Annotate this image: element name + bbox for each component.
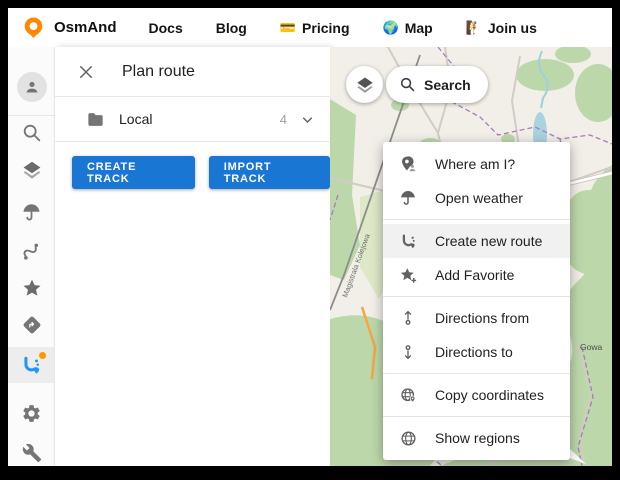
menu-divider bbox=[383, 416, 570, 417]
sidebar-divider bbox=[8, 115, 55, 116]
menu-item-create-new-route[interactable]: Create new route bbox=[383, 224, 570, 258]
page-title: Plan route bbox=[122, 63, 195, 81]
star-plus-icon bbox=[398, 266, 418, 285]
settings-gear-icon bbox=[21, 403, 42, 424]
menu-label: Add Favorite bbox=[435, 267, 514, 283]
close-icon[interactable] bbox=[74, 60, 98, 84]
sidebar-item-tools[interactable] bbox=[8, 438, 55, 468]
chevron-down-icon[interactable] bbox=[299, 111, 316, 128]
import-track-button[interactable]: IMPORT TRACK bbox=[209, 156, 330, 189]
layers-icon bbox=[21, 159, 43, 181]
sidebar-item-settings[interactable] bbox=[8, 398, 55, 428]
weather-umbrella-icon bbox=[21, 202, 42, 223]
sidebar-item-weather[interactable] bbox=[8, 197, 55, 227]
nav-pricing[interactable]: 💳Pricing bbox=[280, 20, 350, 36]
search-icon bbox=[21, 122, 43, 144]
folder-count: 4 bbox=[280, 112, 287, 127]
nav-blog[interactable]: Blog bbox=[216, 20, 247, 36]
menu-item-add-favorite[interactable]: Add Favorite bbox=[383, 258, 570, 292]
arrow-up-circle-icon bbox=[398, 309, 418, 327]
account-icon bbox=[17, 72, 47, 102]
sidebar-item-tracks[interactable] bbox=[8, 237, 55, 267]
menu-item-where-am-i[interactable]: Where am I? bbox=[383, 147, 570, 181]
create-track-button[interactable]: CREATE TRACK bbox=[72, 156, 195, 189]
search-icon bbox=[399, 76, 416, 93]
osmand-pin-icon bbox=[22, 16, 45, 39]
nav-map[interactable]: 🌍Map bbox=[383, 20, 433, 36]
menu-divider bbox=[383, 296, 570, 297]
menu-label: Create new route bbox=[435, 233, 542, 249]
sidebar-item-plan-route[interactable] bbox=[8, 350, 55, 380]
nav-join-us[interactable]: 🧗Join us bbox=[466, 20, 537, 36]
menu-label: Open weather bbox=[435, 190, 523, 206]
track-buttons-row: CREATE TRACK IMPORT TRACK bbox=[55, 142, 330, 189]
menu-item-open-weather[interactable]: Open weather bbox=[383, 181, 570, 215]
map-search-button[interactable]: Search bbox=[386, 66, 488, 103]
icon-sidebar bbox=[8, 47, 55, 466]
arrow-down-circle-icon bbox=[398, 343, 418, 361]
folder-row-local[interactable]: Local 4 bbox=[55, 97, 330, 142]
menu-item-directions-to[interactable]: Directions to bbox=[383, 335, 570, 369]
menu-label: Directions from bbox=[435, 310, 529, 326]
folder-name: Local bbox=[119, 111, 280, 127]
menu-label: Copy coordinates bbox=[435, 387, 544, 403]
menu-item-copy-coordinates[interactable]: Copy coordinates bbox=[383, 378, 570, 412]
route-icon bbox=[398, 232, 418, 251]
plan-route-badge-dot bbox=[39, 352, 46, 359]
tracks-icon bbox=[21, 241, 43, 263]
menu-divider bbox=[383, 373, 570, 374]
layers-icon bbox=[355, 75, 375, 95]
brand-name: OsmAnd bbox=[54, 19, 117, 36]
top-navbar: OsmAnd Docs Blog 💳Pricing 🌍Map 🧗Join us bbox=[8, 8, 612, 47]
navigation-icon bbox=[21, 314, 43, 336]
menu-item-show-regions[interactable]: Show regions bbox=[383, 421, 570, 455]
map-layers-button[interactable] bbox=[346, 66, 383, 103]
menu-label: Show regions bbox=[435, 430, 520, 446]
sidebar-item-search[interactable] bbox=[8, 118, 55, 148]
pricing-card-icon: 💳 bbox=[280, 20, 296, 36]
map-search-label: Search bbox=[424, 77, 471, 93]
panel-header: Plan route bbox=[55, 47, 330, 97]
menu-label: Where am I? bbox=[435, 156, 515, 172]
menu-item-directions-from[interactable]: Directions from bbox=[383, 301, 570, 335]
join-us-icon: 🧗 bbox=[466, 20, 482, 36]
sidebar-item-account[interactable] bbox=[8, 72, 55, 102]
person-pin-icon bbox=[398, 155, 418, 174]
nav-docs[interactable]: Docs bbox=[149, 20, 183, 36]
map-context-menu: Where am I? Open weather Create new rout… bbox=[383, 142, 570, 460]
globe-pin-icon bbox=[398, 386, 418, 405]
tools-wrench-icon bbox=[22, 443, 42, 463]
menu-label: Directions to bbox=[435, 344, 513, 360]
globe-icon bbox=[398, 429, 418, 448]
menu-divider bbox=[383, 219, 570, 220]
place-label: Gowa bbox=[580, 342, 602, 352]
sidebar-item-navigation[interactable] bbox=[8, 310, 55, 340]
favorites-star-icon bbox=[21, 277, 43, 299]
sidebar-item-favorites[interactable] bbox=[8, 273, 55, 303]
osmand-logo[interactable]: OsmAnd bbox=[22, 16, 117, 39]
plan-route-panel: Plan route Local 4 CREATE TRACK IMPORT T… bbox=[55, 47, 330, 466]
umbrella-icon bbox=[398, 189, 418, 207]
folder-icon bbox=[86, 110, 105, 129]
map-globe-icon: 🌍 bbox=[383, 20, 399, 36]
sidebar-item-layers[interactable] bbox=[8, 155, 55, 185]
